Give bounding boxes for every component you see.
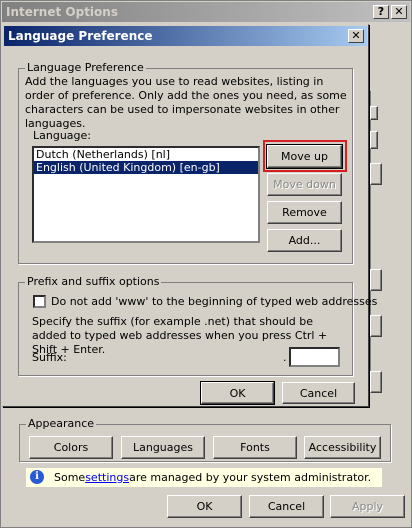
languages-button[interactable]: Languages bbox=[121, 436, 205, 459]
language-label: Language: bbox=[33, 129, 91, 142]
language-list[interactable]: Dutch (Netherlands) [nl] English (United… bbox=[32, 146, 260, 243]
info-suffix: are managed by your system administrator… bbox=[129, 471, 372, 484]
close-icon[interactable]: ✕ bbox=[348, 29, 364, 43]
accessibility-button[interactable]: Accessibility bbox=[304, 436, 381, 459]
background-control bbox=[370, 269, 382, 291]
io-apply-button[interactable]: Apply bbox=[330, 495, 405, 518]
appearance-label: Appearance bbox=[26, 417, 97, 430]
list-item[interactable]: Dutch (Netherlands) [nl] bbox=[34, 148, 258, 161]
language-preference-group-label: Language Preference bbox=[25, 61, 146, 74]
list-item-selected[interactable]: English (United Kingdom) [en-gb] bbox=[34, 161, 258, 174]
add-button[interactable]: Add... bbox=[267, 229, 342, 252]
suffix-dot: . bbox=[283, 351, 287, 364]
background-control bbox=[370, 315, 382, 337]
fonts-button[interactable]: Fonts bbox=[213, 436, 297, 459]
internet-options-titlebar: Internet Options ? ✕ bbox=[2, 2, 410, 22]
language-dialog-title: Language Preference bbox=[8, 29, 153, 43]
remove-button[interactable]: Remove bbox=[267, 201, 342, 224]
language-dialog-titlebar: Language Preference ✕ bbox=[4, 26, 367, 46]
dialog-cancel-button[interactable]: Cancel bbox=[282, 382, 355, 404]
admin-info-bar: i Some settings are managed by your syst… bbox=[26, 468, 382, 487]
move-up-highlight-box bbox=[263, 140, 347, 172]
colors-button[interactable]: Colors bbox=[29, 436, 113, 459]
internet-options-title: Internet Options bbox=[6, 5, 118, 19]
language-description: Add the languages you use to read websit… bbox=[25, 75, 347, 130]
suffix-label: Suffix: bbox=[32, 351, 67, 364]
suffix-input[interactable] bbox=[289, 347, 340, 367]
io-ok-button[interactable]: OK bbox=[167, 495, 242, 518]
no-www-label: Do not add 'www' to the beginning of typ… bbox=[51, 295, 378, 308]
background-control bbox=[370, 371, 382, 393]
background-control bbox=[370, 163, 382, 185]
internet-options-window: Internet Options ? ✕ Appearance Colors L… bbox=[0, 0, 412, 528]
close-icon[interactable]: ✕ bbox=[391, 5, 407, 19]
background-control bbox=[370, 131, 378, 149]
io-cancel-button[interactable]: Cancel bbox=[249, 495, 324, 518]
prefix-suffix-label: Prefix and suffix options bbox=[25, 275, 162, 288]
help-button[interactable]: ? bbox=[373, 5, 389, 19]
dialog-ok-button[interactable]: OK bbox=[200, 381, 275, 405]
settings-link[interactable]: settings bbox=[85, 471, 129, 484]
info-prefix: Some bbox=[54, 471, 86, 484]
background-control bbox=[370, 106, 378, 120]
info-icon: i bbox=[30, 470, 44, 484]
no-www-checkbox[interactable] bbox=[33, 295, 46, 308]
move-down-button[interactable]: Move down bbox=[267, 173, 342, 196]
